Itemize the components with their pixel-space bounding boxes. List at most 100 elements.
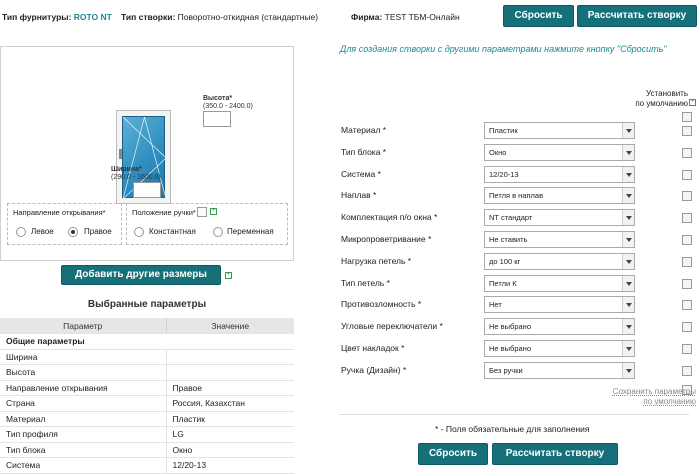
direction-right-label: Правое	[84, 227, 112, 236]
reset-hint-text: Для создания створки с другими параметра…	[340, 44, 667, 54]
table-row: Тип профиля LG	[0, 426, 294, 443]
default-checkbox[interactable]	[682, 344, 692, 354]
save-defaults-link[interactable]: Сохранить параметры по умолчанию	[596, 387, 696, 407]
field-select-value: Без ручки	[489, 366, 523, 375]
chevron-down-icon[interactable]	[622, 188, 634, 203]
handle-const-label: Константная	[149, 227, 196, 236]
plus-icon[interactable]: +	[210, 208, 217, 215]
table-row: Ширина	[0, 349, 294, 365]
chevron-down-icon[interactable]	[622, 254, 634, 269]
field-select-value: 12/20-13	[489, 170, 519, 179]
chevron-down-icon[interactable]	[622, 145, 634, 160]
chevron-down-icon[interactable]	[622, 341, 634, 356]
field-label: Микропроветривание *	[341, 234, 432, 244]
sash-type-label: Тип створки:	[121, 12, 176, 22]
field-select-value: Окно	[489, 148, 507, 157]
section-title: Общие параметры	[0, 333, 294, 350]
chevron-down-icon[interactable]	[622, 123, 634, 138]
field-select-value: Нет	[489, 300, 502, 309]
table-row: Высота	[0, 364, 294, 381]
chevron-down-icon[interactable]	[622, 167, 634, 182]
opening-direction-title: Направление открывания*	[13, 208, 106, 217]
height-input[interactable]	[203, 111, 231, 127]
default-checkbox[interactable]	[682, 322, 692, 332]
field-label: Тип петель *	[341, 278, 390, 288]
field-label: Тип блока *	[341, 147, 387, 157]
chevron-down-icon[interactable]	[622, 276, 634, 291]
company-label: Фирма:	[351, 12, 383, 22]
reset-button-top[interactable]: Сбросить	[503, 5, 574, 27]
field-label: Нагрузка петель *	[341, 256, 412, 266]
field-select[interactable]: Не ставить	[484, 231, 635, 248]
default-checkbox[interactable]	[682, 191, 692, 201]
handle-position-group: Положение ручки* + Константная Переменна…	[126, 203, 288, 245]
field-select[interactable]: Окно	[484, 144, 635, 161]
add-sizes-button[interactable]: Добавить другие размеры	[61, 265, 221, 285]
window-handle-icon	[119, 149, 122, 159]
field-select[interactable]: Нет	[484, 296, 635, 313]
field-select[interactable]: 12/20-13	[484, 166, 635, 183]
default-checkbox[interactable]	[682, 279, 692, 289]
required-note: * - Поля обязательные для заполнения	[435, 424, 590, 434]
default-checkbox-all[interactable]	[682, 112, 692, 122]
field-label: Комплектация п/о окна *	[341, 212, 438, 222]
handle-var-label: Переменная	[227, 227, 274, 236]
field-select[interactable]: Не выбрано	[484, 318, 635, 335]
defaults-plus-icon[interactable]: +	[689, 99, 696, 106]
opening-direction-group: Направление открывания* Левое Правое	[7, 203, 122, 245]
handle-var-radio[interactable]	[213, 227, 223, 237]
default-checkbox[interactable]	[682, 126, 692, 136]
default-checkbox[interactable]	[682, 235, 692, 245]
field-select-value: Петля в наплав	[489, 191, 544, 200]
direction-right-radio[interactable]	[68, 227, 78, 237]
chevron-down-icon[interactable]	[622, 319, 634, 334]
handle-const-radio[interactable]	[134, 227, 144, 237]
field-select[interactable]: Без ручки	[484, 362, 635, 379]
company-value: TEST ТБМ-Онлайн	[384, 12, 460, 22]
field-select-value: Не ставить	[489, 235, 528, 244]
field-select-value: Не выбрано	[489, 344, 531, 353]
field-label: Материал *	[341, 125, 387, 135]
default-checkbox[interactable]	[682, 366, 692, 376]
chevron-down-icon[interactable]	[622, 363, 634, 378]
handle-position-checkbox[interactable]	[197, 207, 207, 217]
direction-left-radio[interactable]	[16, 227, 26, 237]
default-checkbox[interactable]	[682, 213, 692, 223]
divider	[339, 414, 689, 415]
field-select-value: Не выбрано	[489, 322, 531, 331]
company-info: Фирма: TEST ТБМ-Онлайн	[351, 12, 460, 22]
default-checkbox[interactable]	[682, 170, 692, 180]
calculate-button-top[interactable]: Рассчитать створку	[577, 5, 697, 27]
top-bar: Тип фурнитуры: ROTO NT Тип створки: Пово…	[0, 0, 700, 34]
table-row: Материал Пластик	[0, 411, 294, 427]
selected-params-title: Выбранные параметры	[87, 299, 207, 310]
field-select[interactable]: Петли К	[484, 275, 635, 292]
field-label: Система *	[341, 169, 381, 179]
add-sizes-plus-icon[interactable]: +	[225, 272, 232, 279]
default-checkbox[interactable]	[682, 148, 692, 158]
field-label: Противозломность *	[341, 299, 422, 309]
chevron-down-icon[interactable]	[622, 232, 634, 247]
fittings-info: Тип фурнитуры: ROTO NT	[2, 12, 112, 22]
chevron-down-icon[interactable]	[622, 210, 634, 225]
field-select[interactable]: NT стандарт	[484, 209, 635, 226]
width-input[interactable]	[133, 182, 161, 198]
calculate-button-bottom[interactable]: Рассчитать створку	[492, 443, 618, 465]
sash-type-value: Поворотно-откидная (стандартные)	[177, 12, 319, 22]
table-row: Система 12/20-13	[0, 457, 294, 474]
table-row: Тип блока Окно	[0, 442, 294, 458]
field-select-value: до 100 кг	[489, 257, 521, 266]
field-select[interactable]: Не выбрано	[484, 340, 635, 357]
default-checkbox[interactable]	[682, 300, 692, 310]
default-checkbox[interactable]	[682, 257, 692, 267]
reset-button-bottom[interactable]: Сбросить	[418, 443, 488, 465]
direction-left-label: Левое	[31, 227, 54, 236]
field-select-value: Пластик	[489, 126, 518, 135]
field-select-value: Петли К	[489, 279, 517, 288]
field-select[interactable]: до 100 кг	[484, 253, 635, 270]
field-select[interactable]: Петля в наплав	[484, 187, 635, 204]
chevron-down-icon[interactable]	[622, 297, 634, 312]
field-select[interactable]: Пластик	[484, 122, 635, 139]
height-label: Высота* (350.0 - 2400.0)	[203, 95, 253, 110]
field-label: Угловые переключатели *	[341, 321, 443, 331]
